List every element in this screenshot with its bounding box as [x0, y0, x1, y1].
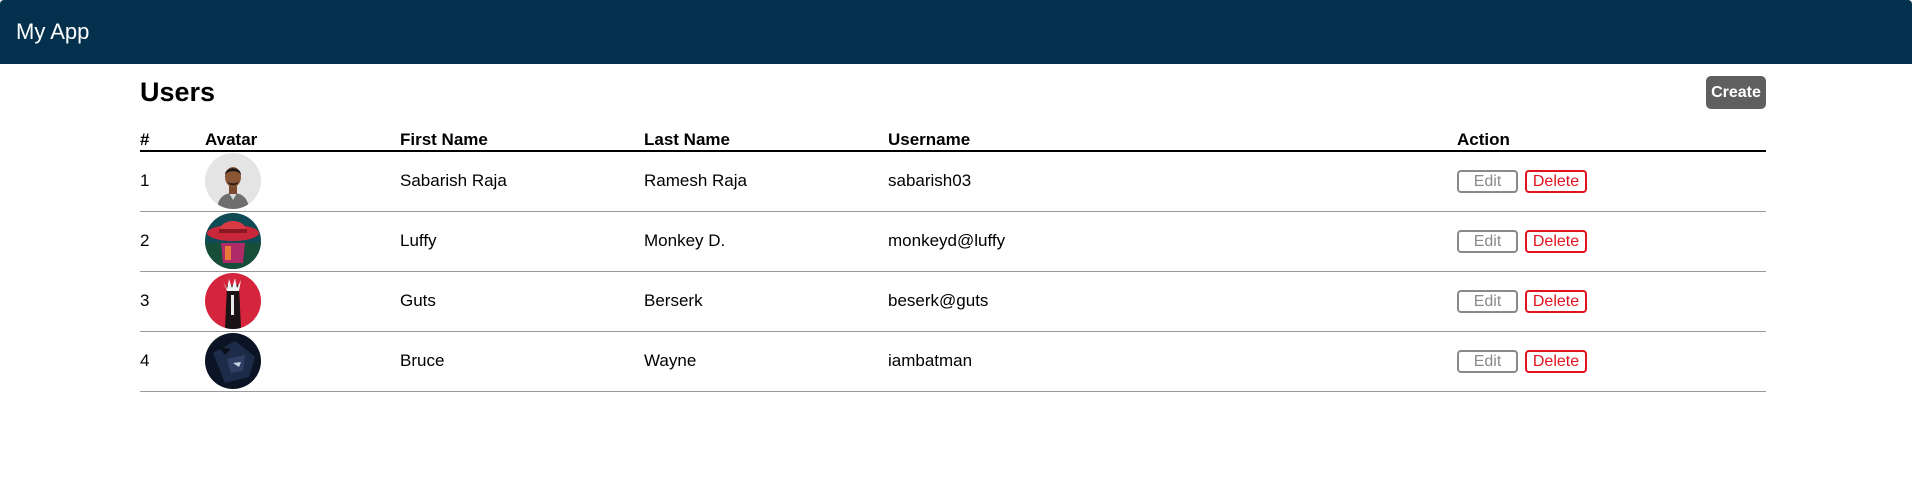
delete-button[interactable]: Delete: [1525, 289, 1587, 313]
delete-button[interactable]: Delete: [1525, 349, 1587, 373]
action-cell: Edit Delete: [1457, 271, 1766, 332]
page-title: Users: [140, 77, 216, 107]
username-cell: monkeyd@luffy: [888, 211, 1457, 272]
action-cell: Edit Delete: [1457, 151, 1766, 212]
table-row: 1 Sabarish Raja Ramesh Raja sabarish03 E…: [140, 151, 1766, 212]
row-number: 4: [140, 331, 205, 392]
first-name-cell: Bruce: [400, 331, 644, 392]
edit-button[interactable]: Edit: [1457, 229, 1518, 253]
top-navbar: My App: [0, 0, 1912, 64]
col-header-avatar: Avatar: [205, 128, 400, 152]
delete-button[interactable]: Delete: [1525, 229, 1587, 253]
row-number: 3: [140, 271, 205, 332]
table-row: 3 Guts Berserk beserk@guts Edit Delete: [140, 271, 1766, 332]
create-user-button[interactable]: Create: [1706, 76, 1766, 109]
edit-button[interactable]: Edit: [1457, 349, 1518, 373]
last-name-cell: Monkey D.: [644, 211, 888, 272]
edit-button[interactable]: Edit: [1457, 169, 1518, 193]
straw-hat-avatar: [205, 213, 261, 269]
username-cell: sabarish03: [888, 151, 1457, 212]
app-brand[interactable]: My App: [16, 19, 89, 45]
col-header-username: Username: [888, 128, 1457, 152]
username-cell: beserk@guts: [888, 271, 1457, 332]
table-header-row: # Avatar First Name Last Name Username A…: [140, 128, 1766, 152]
username-cell: iambatman: [888, 331, 1457, 392]
first-name-cell: Guts: [400, 271, 644, 332]
delete-button[interactable]: Delete: [1525, 169, 1587, 193]
row-number: 2: [140, 211, 205, 272]
table-row: 2 Luffy Monkey D. monkeyd@luffy Edit Del…: [140, 211, 1766, 272]
person-photo-avatar: [205, 153, 261, 210]
swordsman-avatar: [205, 273, 261, 329]
edit-button[interactable]: Edit: [1457, 289, 1518, 313]
col-header-number: #: [140, 128, 205, 152]
last-name-cell: Ramesh Raja: [644, 151, 888, 212]
action-cell: Edit Delete: [1457, 331, 1766, 392]
first-name-cell: Luffy: [400, 211, 644, 272]
last-name-cell: Berserk: [644, 271, 888, 332]
first-name-cell: Sabarish Raja: [400, 151, 644, 212]
table-row: 4 Bruce Wayne iambatman Edit Delete: [140, 331, 1766, 392]
last-name-cell: Wayne: [644, 331, 888, 392]
col-header-action: Action: [1457, 128, 1766, 152]
action-cell: Edit Delete: [1457, 211, 1766, 272]
users-table: # Avatar First Name Last Name Username A…: [140, 128, 1766, 392]
col-header-last-name: Last Name: [644, 128, 888, 152]
row-number: 1: [140, 151, 205, 212]
batman-avatar: [205, 333, 261, 389]
users-page: Users Create # Avatar First Name Last Na…: [140, 64, 1766, 404]
col-header-first-name: First Name: [400, 128, 644, 152]
